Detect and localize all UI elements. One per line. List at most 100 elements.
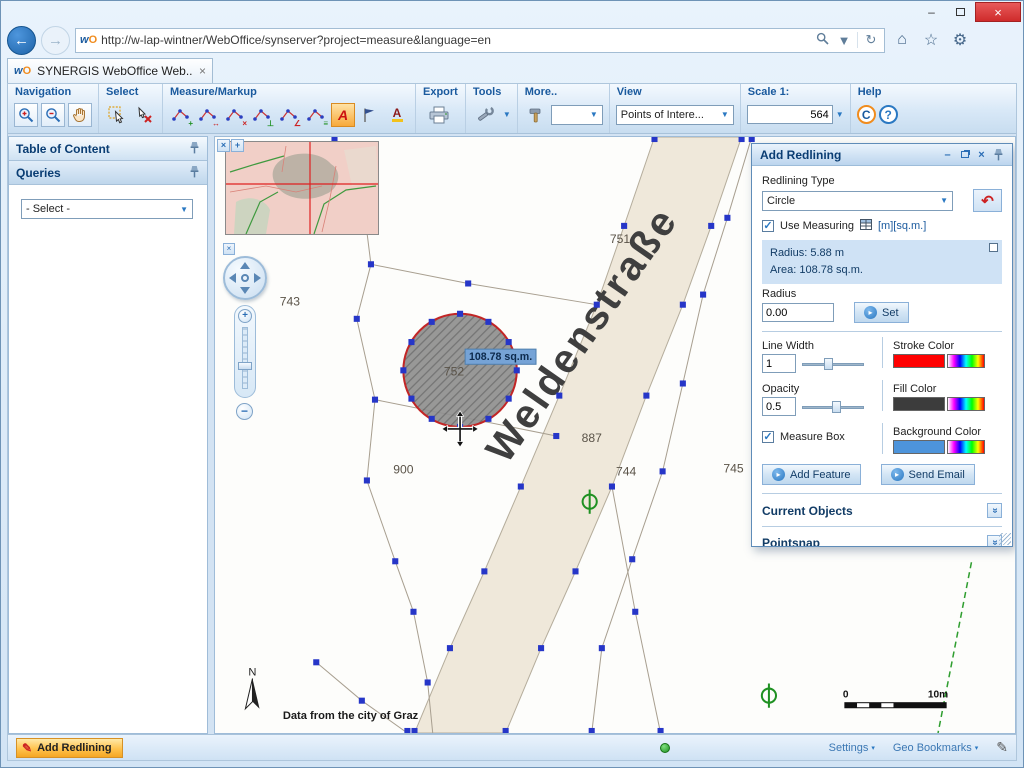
pan-up-icon[interactable] (240, 262, 250, 269)
scale-dropdown-icon[interactable]: ▼ (836, 110, 844, 119)
vertex-handle[interactable] (629, 556, 635, 562)
sidebar-item-table-of-content[interactable]: Table of Content (9, 137, 207, 161)
vertex-handle[interactable] (411, 728, 417, 733)
vertex-handle[interactable] (660, 468, 666, 474)
radius-input[interactable] (762, 303, 834, 322)
vertex-handle[interactable] (408, 396, 414, 402)
vertex-handle[interactable] (514, 367, 520, 373)
more-hammer-button[interactable] (524, 103, 548, 127)
zoom-slider-track[interactable] (242, 327, 248, 389)
vertex-handle[interactable] (368, 261, 374, 267)
favorites-star-icon[interactable]: ☆ (919, 28, 943, 52)
tools-wrench-button[interactable] (472, 103, 500, 127)
vertex-handle[interactable] (680, 380, 686, 386)
overview-close-button[interactable]: × (217, 139, 230, 152)
vertex-handle[interactable] (680, 302, 686, 308)
panel-close-icon[interactable]: × (973, 147, 990, 163)
vertex-handle[interactable] (410, 609, 416, 615)
measure-perpendicular-tool[interactable]: ⊥ (250, 103, 274, 127)
background-color-swatch[interactable] (893, 440, 945, 454)
vertex-handle[interactable] (429, 319, 435, 325)
zoom-out-slider-button[interactable]: − (236, 403, 253, 420)
scale-input[interactable] (747, 105, 833, 124)
vertex-handle[interactable] (429, 416, 435, 422)
measure-area-tool[interactable]: ≡ (304, 103, 328, 127)
vertex-handle[interactable] (506, 396, 512, 402)
vertex-handle[interactable] (485, 416, 491, 422)
popout-icon[interactable] (989, 243, 998, 252)
vertex-handle[interactable] (425, 679, 431, 685)
pointsnap-section[interactable]: Pointsnap » (762, 531, 1002, 546)
forward-button[interactable]: → (41, 26, 70, 55)
vertex-handle[interactable] (372, 397, 378, 403)
refresh-icon[interactable]: ↻ (862, 32, 880, 48)
measure-point-tool[interactable]: + (169, 103, 193, 127)
vertex-handle[interactable] (506, 339, 512, 345)
opacity-slider[interactable] (802, 400, 864, 414)
vertex-handle[interactable] (359, 698, 365, 704)
minimize-button[interactable]: – (917, 2, 946, 22)
add-redlining-tool-active[interactable]: A (331, 103, 355, 127)
settings-gear-icon[interactable]: ⚙ (948, 28, 972, 52)
close-button[interactable]: × (975, 2, 1021, 22)
address-bar[interactable]: wO http://w-lap-wintner/WebOffice/synser… (75, 28, 885, 53)
pan-down-icon[interactable] (240, 287, 250, 294)
browser-tab[interactable]: wO SYNERGIS WebOffice Web... × (7, 58, 213, 83)
vertex-handle[interactable] (643, 393, 649, 399)
zoom-in-slider-button[interactable]: + (238, 309, 252, 323)
overview-move-button[interactable]: + (231, 139, 244, 152)
vertex-handle[interactable] (465, 280, 471, 286)
panel-header[interactable]: Add Redlining – × (752, 144, 1012, 166)
set-button[interactable]: ▸ Set (854, 302, 909, 323)
current-objects-section[interactable]: Current Objects » (762, 499, 1002, 522)
panel-minimize-icon[interactable]: – (939, 147, 956, 163)
pan-center-icon[interactable] (241, 274, 249, 282)
vertex-handle[interactable] (651, 137, 657, 142)
pin-icon[interactable] (189, 141, 200, 157)
search-icon[interactable] (813, 32, 831, 48)
pan-hand-button[interactable] (68, 103, 92, 127)
vertex-handle[interactable] (485, 319, 491, 325)
measure-line-tool[interactable]: ↔ (196, 103, 220, 127)
zoom-slider-thumb[interactable] (238, 362, 252, 370)
stroke-color-swatch[interactable] (893, 354, 945, 368)
vertex-handle[interactable] (392, 558, 398, 564)
undo-button[interactable]: ↶ (973, 189, 1002, 212)
sidebar-item-queries[interactable]: Queries (9, 161, 207, 185)
vertex-handle[interactable] (609, 483, 615, 489)
tools-dropdown-icon[interactable]: ▼ (503, 110, 511, 119)
vertex-handle[interactable] (708, 223, 714, 229)
fill-color-swatch[interactable] (893, 397, 945, 411)
geo-bookmarks-menu[interactable]: Geo Bookmarks▾ (893, 742, 978, 754)
vertex-handle[interactable] (313, 659, 319, 665)
vertex-handle[interactable] (354, 316, 360, 322)
measure-box-checkbox[interactable]: ✓ (762, 431, 774, 443)
tab-close-icon[interactable]: × (199, 64, 206, 78)
zoom-out-button[interactable] (41, 103, 65, 127)
vertex-handle[interactable] (621, 223, 627, 229)
stroke-color-picker[interactable] (947, 354, 985, 368)
clear-selection-button[interactable] (132, 103, 156, 127)
back-button[interactable]: ← (7, 26, 36, 55)
measure-table-icon[interactable] (860, 219, 872, 233)
vertex-handle[interactable] (364, 477, 370, 483)
vertex-handle[interactable] (503, 728, 509, 733)
measure-angle-tool[interactable]: ∠ (277, 103, 301, 127)
settings-menu[interactable]: Settings▾ (829, 742, 875, 754)
panel-resize-grip[interactable] (999, 533, 1011, 545)
vertex-handle[interactable] (457, 311, 463, 317)
vertex-handle[interactable] (700, 292, 706, 298)
fill-color-picker[interactable] (947, 397, 985, 411)
vertex-handle[interactable] (404, 728, 410, 733)
pan-left-icon[interactable] (229, 273, 236, 283)
navigator-hide-button[interactable]: × (223, 243, 235, 255)
query-select-dropdown[interactable]: - Select - ▼ (21, 199, 193, 219)
more-tools-dropdown[interactable]: ▼ (551, 105, 603, 125)
vertex-handle[interactable] (400, 367, 406, 373)
help-button[interactable]: ? (879, 105, 898, 124)
expand-chevron-icon[interactable]: » (987, 503, 1002, 518)
panel-float-icon[interactable] (956, 147, 973, 163)
add-feature-button[interactable]: ▸ Add Feature (762, 464, 861, 485)
flag-markup-button[interactable] (358, 103, 382, 127)
vertex-handle[interactable] (447, 645, 453, 651)
